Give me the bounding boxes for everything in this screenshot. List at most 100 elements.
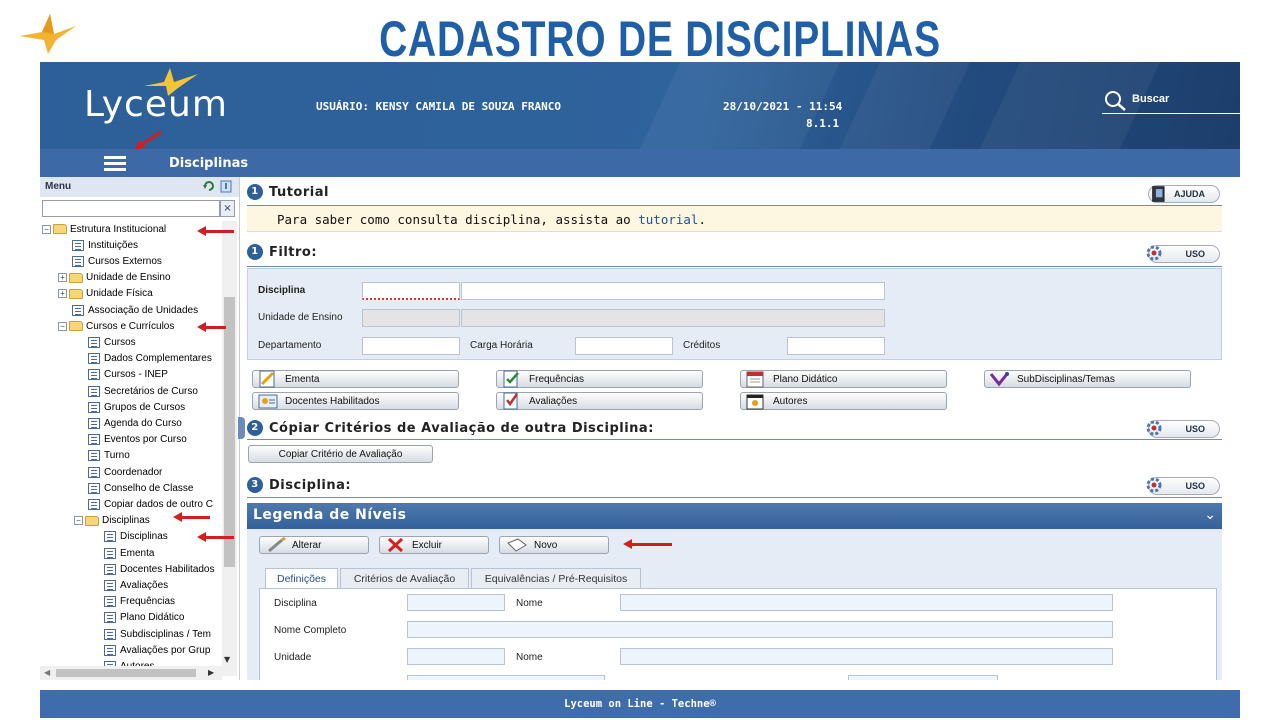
menu-label[interactable]: Frequências [120,596,175,607]
form-unidade-input[interactable] [407,648,505,665]
collapse-icon[interactable]: − [74,516,83,526]
menu-label[interactable]: Eventos por Curso [104,434,187,445]
menu-folder[interactable]: + Unidade Física [58,286,153,302]
alterar-button[interactable]: Alterar [259,536,369,554]
form-unidade-nome-input[interactable] [620,648,1113,665]
menu-item[interactable]: Copiar dados de outro C [88,496,213,512]
menu-item[interactable]: Turno [88,448,130,464]
tab-criterios-avaliacao[interactable]: Critérios de Avaliação [340,568,469,588]
disciplina-name-input[interactable] [461,282,885,300]
help-button[interactable]: AJUDA [1148,185,1220,203]
hamburger-menu-icon[interactable] [104,156,126,172]
menu-label[interactable]: Cursos Externos [88,256,162,267]
plano-didatico-button[interactable]: Plano Didático [740,370,947,388]
menu-item[interactable]: Cursos [88,334,136,350]
disciplina-code-input[interactable] [362,282,460,300]
menu-label[interactable]: Disciplinas [102,515,150,526]
tab-definicoes[interactable]: Definições [265,568,338,589]
search-box[interactable]: Buscar [1102,90,1240,114]
lyceum-logo[interactable]: Lyceum [84,84,228,125]
collapse-icon[interactable]: − [58,321,67,331]
menu-label[interactable]: Cursos - INEP [104,369,168,380]
menu-label[interactable]: Grupos de Cursos [104,402,185,413]
carga-horaria-input[interactable] [575,337,673,355]
menu-item[interactable]: Disciplinas [104,529,168,545]
menu-item[interactable]: Grupos de Cursos [88,399,185,415]
menu-item[interactable]: Subdisciplinas / Tem [104,626,211,642]
menu-item[interactable]: Associação de Unidades [72,302,198,318]
menu-search-input[interactable] [42,200,220,217]
autores-button[interactable]: Autores [740,392,947,410]
scroll-down-icon[interactable]: ▼ [224,655,230,664]
menu-item[interactable]: Avaliações [104,577,168,593]
menu-label[interactable]: Unidade de Ensino [86,272,171,283]
menu-clear-button[interactable]: × [220,200,235,217]
menu-item[interactable]: Eventos por Curso [88,432,187,448]
excluir-button[interactable]: Excluir [379,536,489,554]
creditos-input[interactable] [787,337,885,355]
form-extra-input-2[interactable] [848,675,998,680]
menu-label[interactable]: Ementa [120,548,154,559]
refresh-icon[interactable] [203,180,215,192]
menu-label[interactable]: Disciplinas [120,531,168,542]
form-extra-input[interactable] [407,675,605,680]
sidebar-collapse-tab[interactable] [238,417,245,439]
form-nome-input[interactable] [620,594,1113,611]
copy-uso-button[interactable]: USO [1146,420,1220,438]
tab-equivalencias[interactable]: Equivalências / Pré-Requisitos [471,568,641,588]
menu-folder[interactable]: − Cursos e Currículos [58,318,174,334]
menu-label[interactable]: Subdisciplinas / Tem [120,629,211,640]
scroll-right-icon[interactable]: ▶ [208,668,214,677]
sidebar-hscroll-thumb[interactable] [56,669,196,677]
menu-label[interactable]: Docentes Habilitados [120,564,215,575]
menu-item[interactable]: Avaliações por Grup [104,642,210,658]
menu-label[interactable]: Agenda do Curso [104,418,182,429]
menu-item[interactable]: Cursos - INEP [88,367,168,383]
menu-label[interactable]: Turno [104,450,130,461]
menu-label[interactable]: Secretários de Curso [104,386,198,397]
menu-label[interactable]: Dados Complementares [104,353,212,364]
menu-label[interactable]: Instituições [88,240,138,251]
tutorial-link[interactable]: tutorial [638,212,698,227]
expand-icon[interactable]: + [58,289,67,299]
menu-item[interactable]: Secretários de Curso [88,383,198,399]
menu-label[interactable]: Cursos [104,337,136,348]
menu-label[interactable]: Avaliações por Grup [120,645,210,656]
menu-item[interactable]: Docentes Habilitados [104,561,215,577]
expand-icon[interactable]: + [58,273,67,283]
menu-label[interactable]: Coordenador [104,467,162,478]
search-icon[interactable] [1104,90,1128,112]
disciplina-uso-button[interactable]: USO [1146,477,1220,495]
sidebar-scroll-thumb[interactable] [224,297,235,567]
avaliacoes-button[interactable]: Avaliações [496,392,703,410]
menu-item[interactable]: Conselho de Classe [88,480,194,496]
ementa-button[interactable]: Ementa [252,370,459,388]
form-nome-completo-input[interactable] [407,621,1113,638]
menu-folder[interactable]: − Disciplinas [74,513,150,529]
frequencias-button[interactable]: Frequências [496,370,703,388]
menu-label[interactable]: Unidade Física [86,288,153,299]
menu-folder[interactable]: − Estrutura Institucional [42,221,166,237]
menu-item[interactable]: Dados Complementares [88,351,212,367]
menu-label[interactable]: Cursos e Currículos [86,321,174,332]
menu-label[interactable]: Associação de Unidades [88,305,198,316]
menu-label[interactable]: Avaliações [120,580,168,591]
menu-label[interactable]: Conselho de Classe [104,483,194,494]
menu-label[interactable]: Estrutura Institucional [70,224,166,235]
menu-item[interactable]: Agenda do Curso [88,415,182,431]
legenda-niveis-bar[interactable]: Legenda de Níveis ⌄ [247,503,1222,529]
search-label[interactable]: Buscar [1132,93,1169,105]
menu-item[interactable]: Plano Didático [104,610,184,626]
departamento-input[interactable] [362,337,460,355]
chevron-down-icon[interactable]: ⌄ [1204,507,1216,523]
menu-label[interactable]: Plano Didático [120,612,184,623]
collapse-icon[interactable]: − [42,224,51,234]
pin-icon[interactable] [220,180,232,193]
menu-item[interactable]: Frequências [104,594,175,610]
menu-item[interactable]: Instituições [72,237,138,253]
menu-item[interactable]: Cursos Externos [72,253,162,269]
subdisciplinas-button[interactable]: SubDisciplinas/Temas [984,370,1191,388]
menu-label[interactable]: Copiar dados de outro C [104,499,213,510]
menu-item[interactable]: Coordenador [88,464,162,480]
form-disciplina-input[interactable] [407,594,505,611]
